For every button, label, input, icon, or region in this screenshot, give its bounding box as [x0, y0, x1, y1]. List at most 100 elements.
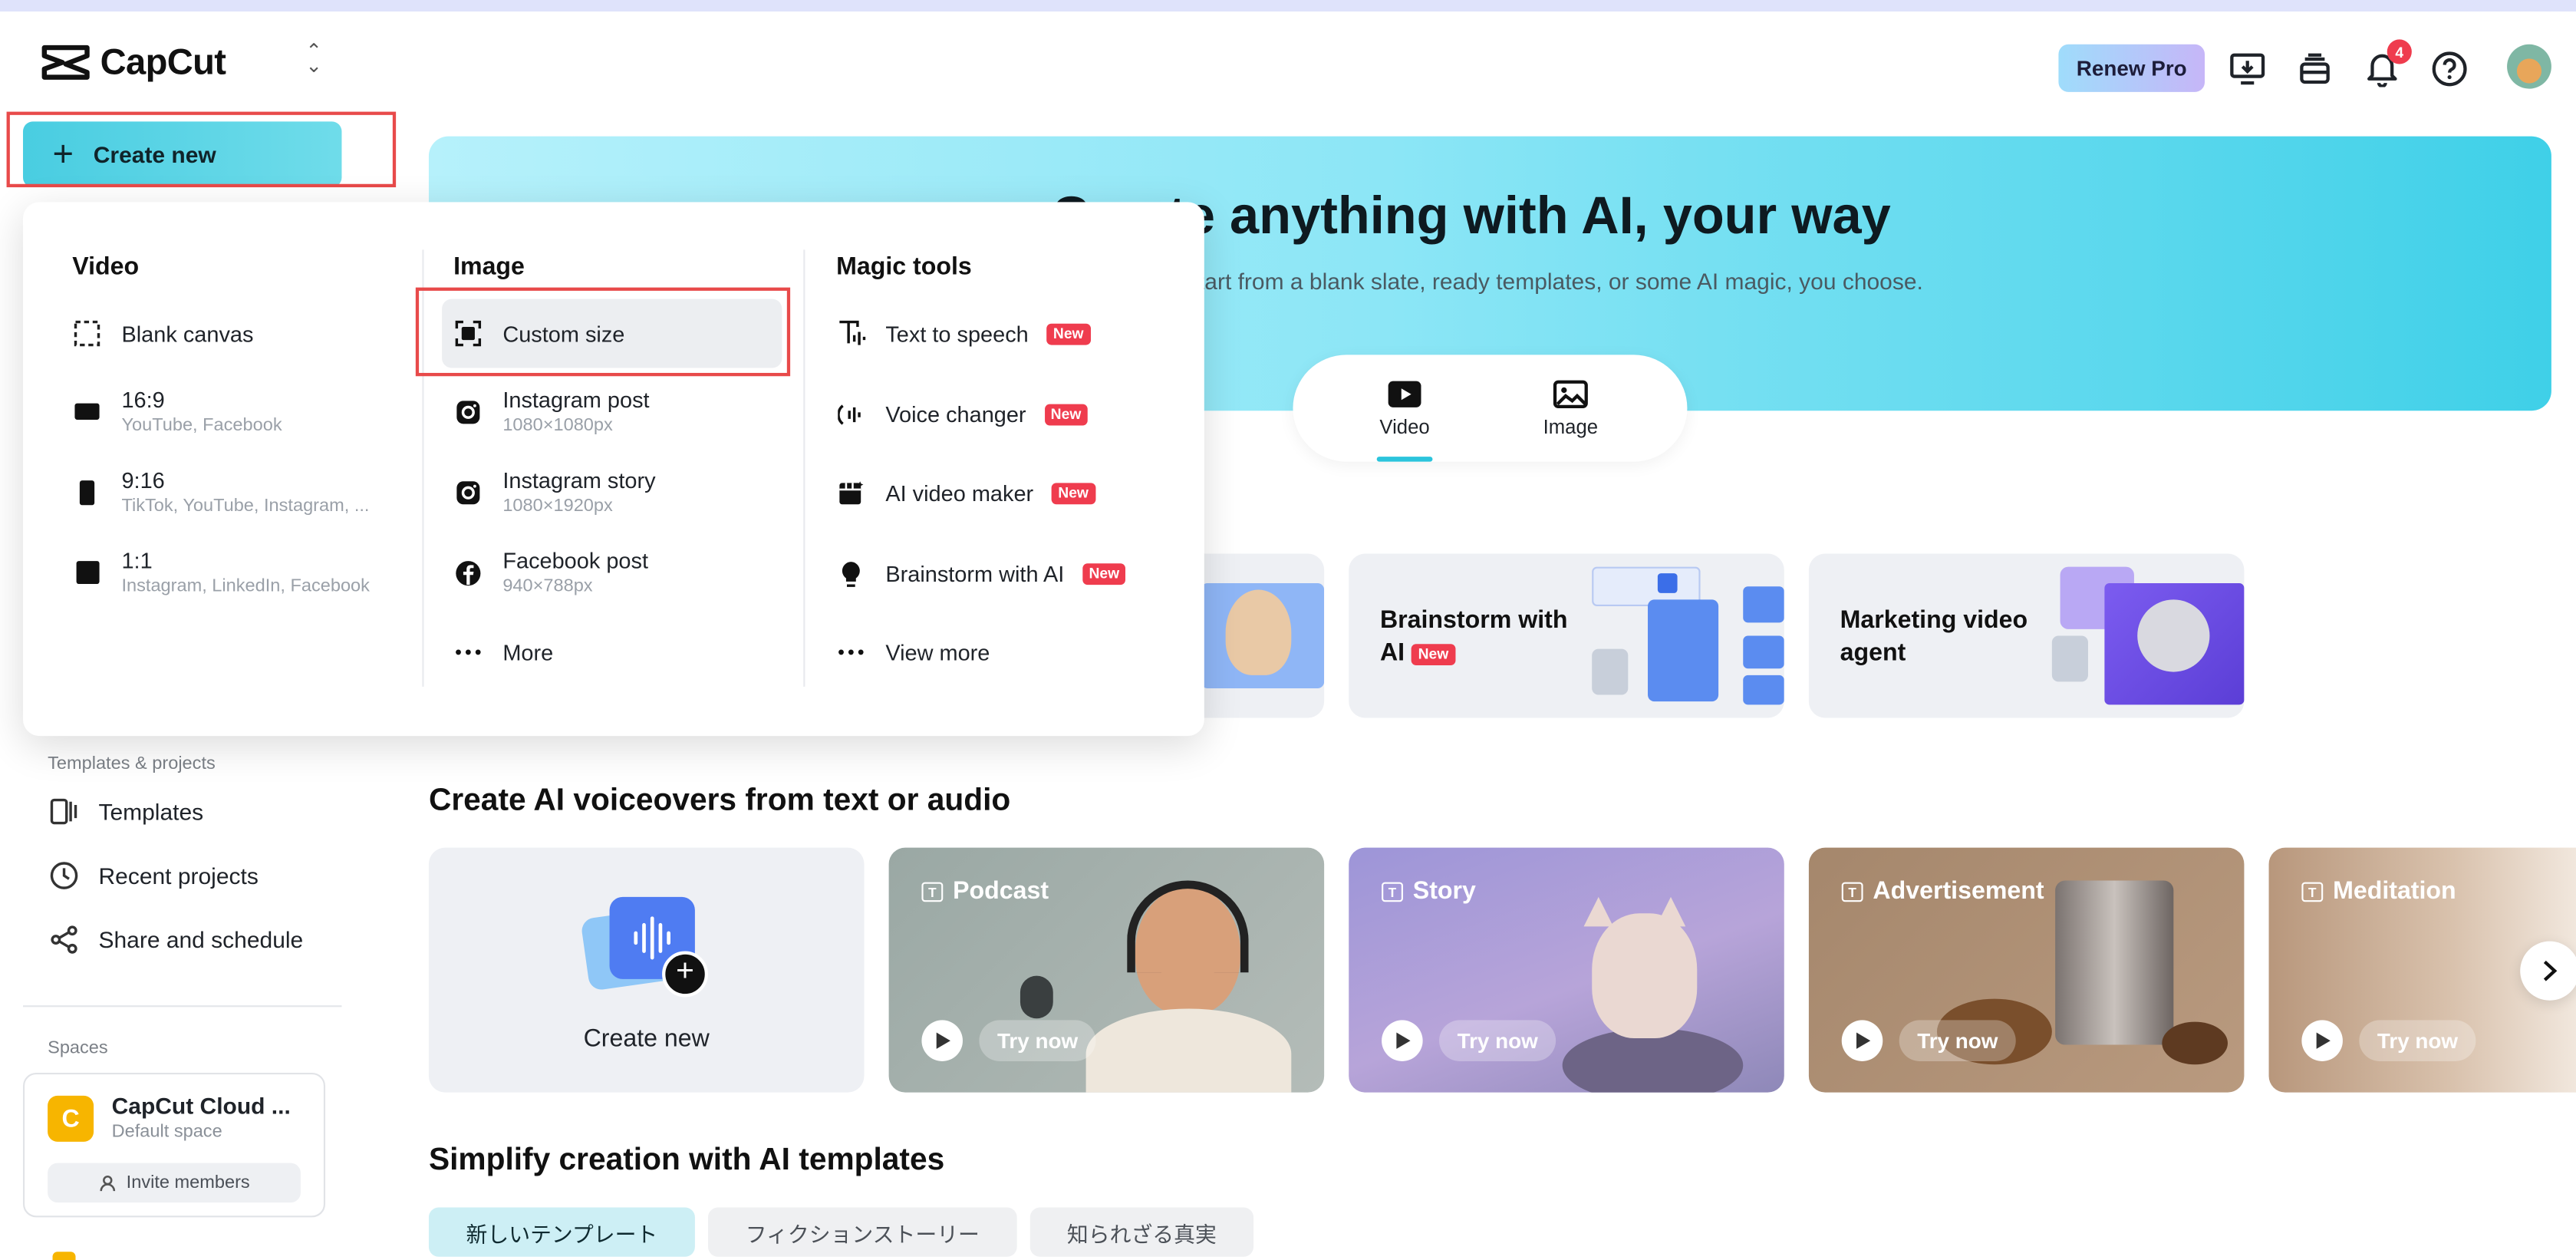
avatar[interactable]	[2507, 44, 2551, 89]
space-logo-peek	[52, 1252, 76, 1260]
new-badge: New	[1044, 403, 1088, 425]
play-icon[interactable]	[921, 1020, 963, 1061]
voiceover-card-story[interactable]: T Story Try now	[1349, 847, 1784, 1093]
dashed-square-icon	[72, 318, 102, 348]
template-chip[interactable]: 新しいテンプレート	[428, 1207, 695, 1257]
feature-card-title2: AI	[1379, 638, 1405, 668]
sidebar-divider	[22, 1005, 342, 1008]
voiceover-card-label: Meditation	[2333, 877, 2456, 905]
clock-icon	[50, 862, 78, 889]
workspace-switch-icon[interactable]: ⌃ ⌄	[305, 41, 322, 76]
menu-item-view-more[interactable]: View more	[836, 638, 990, 668]
app-name: CapCut	[100, 41, 226, 83]
menu-item-voice-changer[interactable]: Voice changer New	[836, 399, 1088, 429]
menu-item-label: Brainstorm with AI	[885, 561, 1065, 586]
text-icon: T	[921, 881, 944, 902]
play-icon[interactable]	[1382, 1020, 1423, 1061]
voiceover-create-label: Create new	[583, 1024, 710, 1054]
menu-item-sub: 1080×1920px	[502, 496, 613, 516]
feature-card-title: Brainstorm with	[1379, 605, 1568, 635]
image-column-title: Image	[453, 252, 525, 282]
lightbulb-icon	[836, 559, 866, 589]
menu-item-facebook-post[interactable]: Facebook post 940×788px	[453, 549, 648, 596]
agent-illustration	[2051, 566, 2245, 708]
image-icon	[1553, 380, 1588, 408]
space-name: CapCut Cloud ...	[111, 1092, 291, 1119]
instagram-icon	[453, 477, 483, 507]
facebook-icon	[453, 558, 483, 588]
menu-item-1-1[interactable]: 1:1 Instagram, LinkedIn, Facebook	[72, 549, 370, 596]
menu-item-instagram-post[interactable]: Instagram post 1080×1080px	[453, 388, 650, 435]
chevron-right-icon	[2543, 960, 2558, 981]
templates-title: Simplify creation with AI templates	[428, 1143, 945, 1178]
kitten-image	[1592, 913, 1698, 1038]
feature-card-marketing-video-agent[interactable]: Marketing video agent	[1808, 553, 2245, 718]
play-icon[interactable]	[1841, 1020, 1883, 1061]
template-chip[interactable]: フィクションストーリー	[708, 1207, 1017, 1257]
menu-item-label: Facebook post	[502, 549, 648, 574]
text-to-speech-icon	[836, 318, 866, 348]
feature-card-brainstorm[interactable]: Brainstorm with AI New	[1349, 553, 1784, 718]
square-icon	[72, 558, 102, 588]
menu-item-label: Text to speech	[885, 321, 1029, 346]
try-now-button[interactable]: Try now	[2359, 1020, 2476, 1061]
instagram-icon	[453, 397, 483, 427]
menu-item-label: Instagram post	[502, 388, 650, 413]
space-subtitle: Default space	[111, 1122, 222, 1142]
video-icon	[1388, 381, 1421, 407]
menu-item-sub: YouTube, Facebook	[121, 415, 282, 436]
try-now-button[interactable]: Try now	[1439, 1020, 1556, 1061]
menu-item-sub: 940×788px	[502, 576, 593, 597]
menu-item-ai-video-maker[interactable]: AI video maker New	[836, 478, 1095, 508]
menu-item-16-9[interactable]: 16:9 YouTube, Facebook	[72, 388, 282, 435]
voiceovers-title: Create AI voiceovers from text or audio	[428, 783, 1011, 819]
help-icon[interactable]	[2429, 49, 2469, 88]
video-column-title: Video	[72, 252, 140, 282]
try-now-button[interactable]: Try now	[979, 1020, 1096, 1061]
template-chip[interactable]: 知られざる真実	[1029, 1207, 1254, 1257]
sidebar-item-templates[interactable]: Templates	[49, 797, 203, 826]
more-dots-icon	[453, 638, 483, 668]
sidebar-item-share-schedule[interactable]: Share and schedule	[49, 925, 303, 955]
menu-item-more[interactable]: More	[453, 638, 553, 668]
tab-image[interactable]: Image	[1513, 380, 1628, 439]
spaces-heading: Spaces	[48, 1037, 108, 1058]
menu-item-label: Blank canvas	[121, 321, 254, 346]
magic-tools-column-title: Magic tools	[836, 252, 972, 282]
menu-item-label: 9:16	[121, 468, 165, 493]
menu-item-label: AI video maker	[885, 480, 1034, 506]
voiceover-card-advertisement[interactable]: T Advertisement Try now	[1808, 847, 2245, 1093]
text-icon: T	[2301, 881, 2324, 902]
menu-item-blank-canvas[interactable]: Blank canvas	[72, 318, 253, 348]
layers-icon[interactable]	[2295, 49, 2334, 88]
voiceover-card-podcast[interactable]: T Podcast Try now	[888, 847, 1325, 1093]
landscape-icon	[72, 397, 102, 427]
voiceover-create-new-card[interactable]: + Create new	[428, 847, 865, 1093]
menu-item-instagram-story[interactable]: Instagram story 1080×1920px	[453, 468, 656, 516]
desktop-download-icon[interactable]	[2228, 49, 2267, 88]
invite-members-label: Invite members	[126, 1173, 250, 1193]
invite-members-button[interactable]: Invite members	[48, 1163, 301, 1203]
column-divider	[803, 249, 805, 687]
menu-item-9-16[interactable]: 9:16 TikTok, YouTube, Instagram, ...	[72, 468, 369, 516]
text-icon: T	[1382, 881, 1403, 902]
capcut-logo[interactable]: CapCut	[41, 41, 226, 84]
menu-item-label: More	[502, 639, 554, 665]
hero-subtitle: Start from a blank slate, ready template…	[1182, 267, 1923, 295]
sidebar-item-recent-projects[interactable]: Recent projects	[49, 861, 259, 891]
try-now-button[interactable]: Try now	[1899, 1020, 2017, 1061]
play-icon[interactable]	[2301, 1020, 2343, 1061]
sidebar-item-label: Share and schedule	[98, 926, 304, 953]
carousel-next-button[interactable]	[2520, 941, 2576, 1001]
menu-item-text-to-speech[interactable]: Text to speech New	[836, 318, 1091, 348]
renew-pro-button[interactable]: Renew Pro	[2058, 44, 2205, 92]
menu-item-brainstorm-ai[interactable]: Brainstorm with AI New	[836, 559, 1126, 589]
top-strip	[0, 0, 2576, 12]
tab-image-label: Image	[1543, 415, 1599, 439]
voiceover-card-label: Story	[1412, 877, 1476, 905]
text-icon: T	[1841, 881, 1863, 902]
highlight-box-create-new	[6, 111, 397, 188]
share-icon	[51, 925, 77, 954]
tab-video[interactable]: Video	[1347, 380, 1462, 439]
portrait-icon	[72, 477, 102, 507]
